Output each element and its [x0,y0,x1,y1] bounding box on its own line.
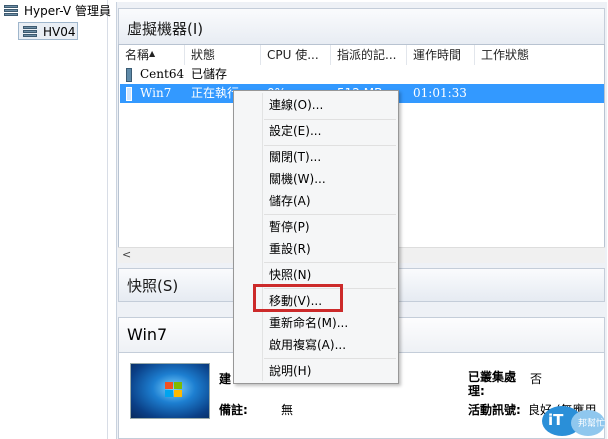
menu-item-reset[interactable]: 重設(R) [269,239,311,259]
created-label: 建 [219,372,232,386]
vm-section-title: 虛擬機器(I) [127,20,204,38]
column-header-state[interactable]: 狀態 [185,45,261,65]
column-label: 狀態 [191,48,216,62]
column-label: 指派的記... [337,48,397,62]
tree-root-label: Hyper-V 管理員 [24,4,111,18]
column-label: CPU 使... [267,48,319,62]
tree-item-hv04[interactable]: HV04 [18,22,78,40]
navigation-tree: Hyper-V 管理員 HV04 [0,0,111,439]
menu-item-save[interactable]: 儲存(A) [269,191,311,211]
ithome-watermark-logo: iT 邦幫忙 [540,404,606,438]
vm-state: 正在執行 [191,86,240,100]
menu-item-rename[interactable]: 重新命名(M)... [269,313,348,333]
windows-logo-icon [165,382,183,398]
sort-ascending-icon: ▲ [149,49,156,58]
menu-item-help[interactable]: 說明(H) [269,361,311,381]
vm-row-cent64[interactable]: Cent64 已儲存 [120,65,604,84]
server-icon [4,5,18,18]
vm-name: Cent64 [140,67,185,81]
menu-item-connect[interactable]: 連線(O)... [269,95,323,115]
scroll-left-icon[interactable]: < [122,248,131,261]
vm-icon [126,87,132,101]
menu-separator [264,262,396,263]
vm-state: 已儲存 [191,67,228,81]
server-icon [23,26,37,39]
vm-icon [126,68,132,82]
notes-value: 無 [281,403,294,417]
menu-separator [264,358,396,359]
vm-uptime: 01:01:33 [413,86,467,100]
detail-title: Win7 [127,325,168,344]
snapshot-section-title: 快照(S) [127,277,179,295]
menu-item-pause[interactable]: 暫停(P) [269,217,310,237]
menu-separator [264,145,396,146]
column-header-cpu[interactable]: CPU 使... [261,45,331,65]
clustered-value: 否 [530,372,543,386]
highlight-box [253,284,343,312]
menu-item-shut-down[interactable]: 關機(W)... [269,169,326,189]
menu-gutter [262,93,263,381]
column-label: 名稱 [125,48,150,62]
vm-section-header[interactable]: 虛擬機器(I) [118,8,605,48]
clustered-label: 已叢集處理: [468,370,517,398]
column-header-name[interactable]: 名稱▲ [119,45,185,65]
column-header-status[interactable]: 工作狀態 [475,45,605,65]
column-header-memory[interactable]: 指派的記... [331,45,407,65]
menu-item-snapshot[interactable]: 快照(N) [269,265,311,285]
column-header-uptime[interactable]: 運作時間 [407,45,475,65]
heartbeat-label: 活動訊號: [468,403,521,417]
tree-server-label: HV04 [43,25,76,39]
context-menu: 連線(O)... 設定(E)... 關閉(T)... 關機(W)... 儲存(A… [233,90,399,384]
watermark-text-it: iT [548,411,564,429]
menu-item-turn-off[interactable]: 關閉(T)... [269,147,321,167]
column-label: 運作時間 [413,48,462,62]
menu-item-settings[interactable]: 設定(E)... [269,121,321,141]
column-label: 工作狀態 [481,48,530,62]
menu-separator [264,214,396,215]
vm-name: Win7 [140,86,172,100]
vm-thumbnail[interactable] [130,363,210,419]
menu-item-enable-replication[interactable]: 啟用複寫(A)... [269,335,346,355]
notes-label: 備註: [219,403,248,417]
menu-separator [264,119,396,120]
watermark-text-bangmang: 邦幫忙 [578,419,606,429]
